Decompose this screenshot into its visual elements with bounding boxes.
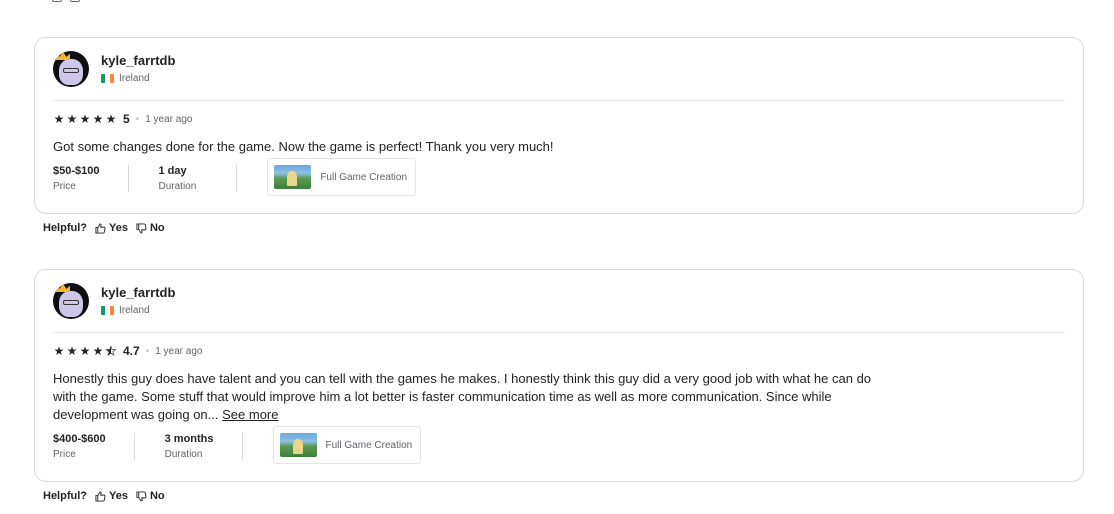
- rating-row: ★ ★ ★ ★ ★ 4.7 • 1 year ago: [53, 343, 1065, 359]
- price-value: $400-$600: [53, 433, 106, 445]
- rating-value: 5: [123, 112, 130, 126]
- helpful-label: Helpful?: [43, 490, 87, 502]
- star-icon: ★: [53, 112, 65, 126]
- see-more-link[interactable]: See more: [222, 407, 278, 422]
- thumbs-down-icon: [136, 490, 147, 502]
- helpful-no-button[interactable]: No: [136, 490, 165, 502]
- star-icon: ★: [66, 112, 78, 126]
- star-icon: ★: [79, 112, 91, 126]
- helpful-no-label: No: [149, 490, 165, 502]
- star-icon: ★: [66, 344, 78, 358]
- duration-value: 3 months: [164, 433, 214, 445]
- price-value: $50-$100: [53, 165, 100, 177]
- helpful-row: Helpful? Yes No: [43, 222, 165, 234]
- star-rating: ★ ★ ★ ★ ★: [53, 344, 117, 359]
- rating-value: 4.7: [123, 344, 140, 358]
- rating-row: ★ ★ ★ ★ ★ 5 • 1 year ago: [53, 111, 1065, 127]
- price-block: $400-$600 Price: [53, 433, 135, 460]
- star-icon: ★: [105, 112, 117, 126]
- helpful-row: Helpful? Yes No: [43, 490, 165, 502]
- review-meta: $400-$600 Price 3 months Duration Full G…: [53, 426, 1065, 464]
- review-time: 1 year ago: [155, 345, 203, 357]
- star-icon: ★: [79, 344, 91, 358]
- helpful-yes-label: Yes: [109, 490, 128, 502]
- review-meta: $50-$100 Price 1 day Duration Full Game …: [53, 158, 1065, 196]
- reviewer-header: kyle_farrtdb Ireland: [53, 283, 1065, 319]
- price-block: $50-$100 Price: [53, 165, 129, 192]
- review-body: Honestly this guy does have talent and y…: [53, 371, 872, 422]
- reviewer-avatar[interactable]: [53, 283, 89, 319]
- reviewer-avatar[interactable]: [53, 51, 89, 87]
- reviewer-header: kyle_farrtdb Ireland: [53, 51, 1065, 87]
- country-name: Ireland: [119, 305, 150, 316]
- helpful-yes-button[interactable]: Yes: [95, 222, 128, 234]
- helpful-yes-label: Yes: [109, 222, 128, 234]
- review-time: 1 year ago: [145, 113, 193, 125]
- helpful-label: Helpful?: [43, 222, 87, 234]
- duration-block: 1 day Duration: [159, 165, 238, 192]
- thumbs-down-icon: [136, 222, 147, 234]
- gig-title: Full Game Creation: [320, 171, 408, 183]
- thumbs-up-icon: [95, 222, 106, 234]
- gig-link[interactable]: Full Game Creation: [272, 426, 422, 464]
- gig-title: Full Game Creation: [325, 439, 413, 451]
- review-text: Honestly this guy does have talent and y…: [53, 370, 883, 424]
- reviewer-username[interactable]: kyle_farrtdb: [101, 285, 175, 301]
- divider: [53, 100, 1065, 101]
- star-icon: ★: [92, 112, 104, 126]
- half-star-icon: ★: [105, 344, 117, 359]
- previous-helpful-row-cutoff: [52, 0, 80, 2]
- star-rating: ★ ★ ★ ★ ★: [53, 112, 117, 126]
- helpful-no-button[interactable]: No: [136, 222, 165, 234]
- thumbs-up-icon: [95, 490, 106, 502]
- duration-label: Duration: [164, 449, 203, 460]
- separator-dot: •: [135, 113, 140, 125]
- star-icon: ★: [53, 344, 65, 358]
- star-icon: ★: [92, 344, 104, 358]
- review-text: Got some changes done for the game. Now …: [53, 138, 883, 156]
- gig-link[interactable]: Full Game Creation: [267, 158, 417, 196]
- helpful-no-label: No: [149, 222, 165, 234]
- duration-value: 1 day: [158, 165, 187, 177]
- review-card: kyle_farrtdb Ireland ★ ★ ★ ★ ★ 5 • 1 yea…: [34, 37, 1084, 214]
- review-body: Got some changes done for the game. Now …: [53, 139, 554, 154]
- gig-thumbnail: [279, 433, 317, 457]
- reviewer-country: Ireland: [101, 305, 175, 316]
- country-name: Ireland: [119, 73, 150, 84]
- review-card: kyle_farrtdb Ireland ★ ★ ★ ★ ★ 4.7 • 1 y…: [34, 269, 1084, 482]
- duration-label: Duration: [158, 181, 197, 192]
- helpful-yes-button[interactable]: Yes: [95, 490, 128, 502]
- reviewer-username[interactable]: kyle_farrtdb: [101, 53, 175, 69]
- gig-thumbnail: [274, 165, 312, 189]
- price-label: Price: [53, 449, 76, 460]
- duration-block: 3 months Duration: [165, 433, 243, 460]
- reviewer-country: Ireland: [101, 73, 175, 84]
- separator-dot: •: [145, 345, 150, 357]
- ireland-flag-icon: [101, 74, 114, 83]
- price-label: Price: [53, 181, 76, 192]
- divider: [53, 332, 1065, 333]
- ireland-flag-icon: [101, 306, 114, 315]
